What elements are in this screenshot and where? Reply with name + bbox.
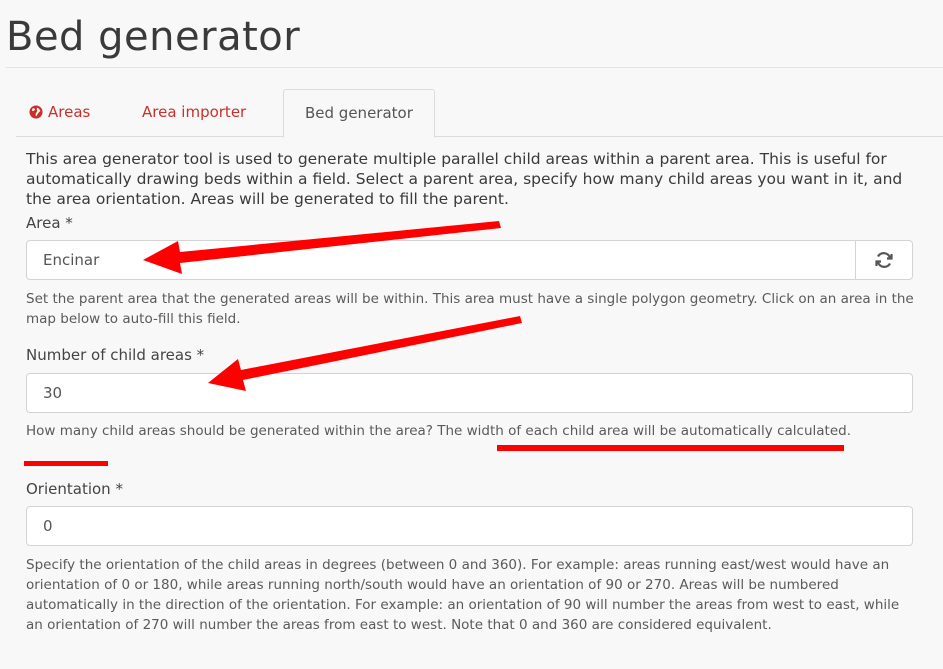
tab-bed-generator[interactable]: Bed generator	[283, 89, 435, 138]
area-label: Area *	[26, 214, 73, 232]
refresh-icon	[875, 252, 893, 268]
area-field	[26, 240, 913, 280]
child-areas-field	[26, 373, 913, 413]
tab-areas[interactable]: Areas	[16, 89, 103, 135]
intro-text: This area generator tool is used to gene…	[26, 150, 903, 208]
underline-calculated	[24, 461, 108, 466]
refresh-button[interactable]	[855, 241, 912, 279]
globe-icon	[29, 105, 43, 119]
tab-area-importer-label: Area importer	[142, 103, 247, 121]
orientation-field	[26, 506, 913, 546]
area-help: Set the parent area that the generated a…	[26, 291, 914, 327]
orientation-help: Specify the orientation of the child are…	[26, 557, 900, 633]
page-title: Bed generator	[6, 14, 301, 60]
tab-bed-generator-label: Bed generator	[305, 104, 413, 122]
tab-areas-label: Areas	[48, 103, 91, 121]
area-input[interactable]	[27, 241, 827, 279]
tab-bar: Areas Area importer Bed generator	[16, 89, 943, 138]
orientation-label: Orientation *	[26, 480, 123, 498]
child-areas-label: Number of child areas *	[26, 346, 205, 364]
title-divider	[6, 67, 943, 68]
tab-area-importer[interactable]: Area importer	[129, 89, 259, 135]
underline-width-automatic	[497, 445, 844, 451]
orientation-input[interactable]	[27, 507, 827, 545]
child-areas-help: How many child areas should be generated…	[26, 423, 851, 439]
child-areas-input[interactable]	[27, 374, 827, 412]
